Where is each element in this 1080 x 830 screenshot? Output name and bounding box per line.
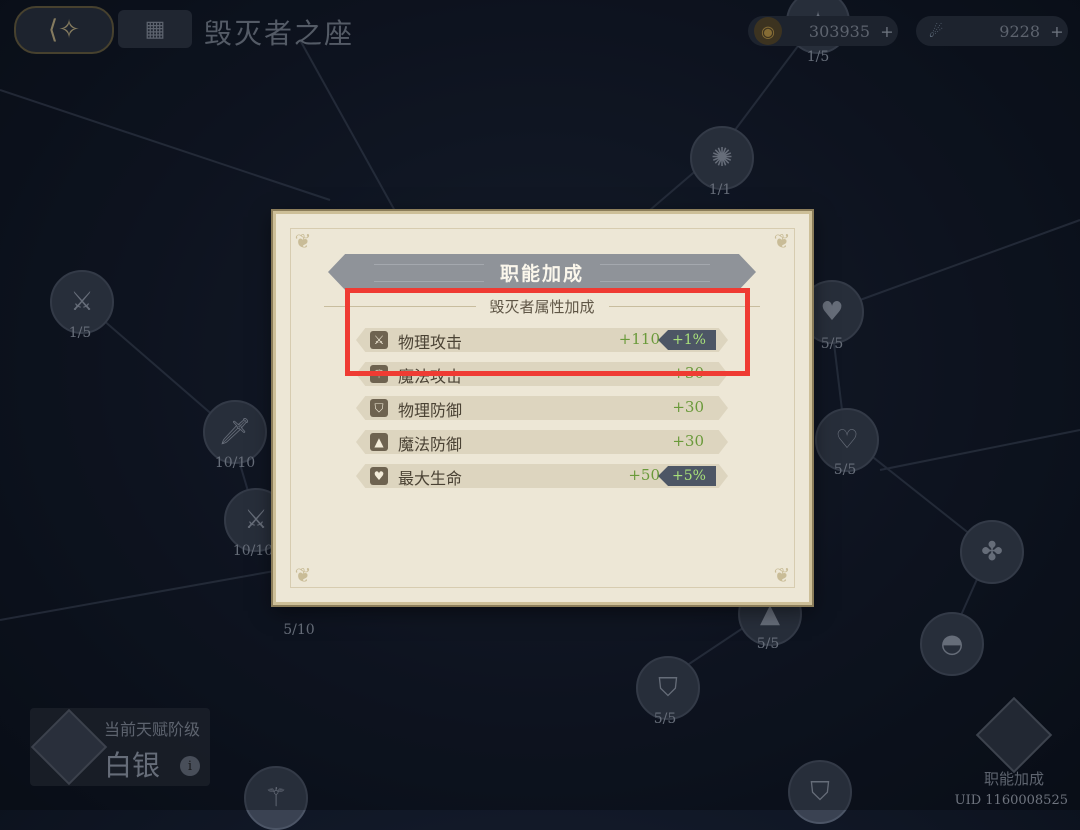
corner-ornament-icon: ❦: [294, 229, 312, 253]
stat-row-physical-defense: ⛉ 物理防御 +30: [356, 396, 728, 420]
highlight-box: [345, 288, 750, 376]
stat-name: 魔法防御: [398, 435, 463, 454]
banner-ornament: [374, 264, 484, 282]
wizard-hat-icon: ▲: [370, 433, 388, 451]
stat-value: +30: [672, 432, 704, 450]
corner-ornament-icon: ❦: [773, 229, 791, 253]
stat-row-magic-defense: ▲ 魔法防御 +30: [356, 430, 728, 454]
stat-name: 物理防御: [398, 401, 463, 420]
dialog-title-banner: 职能加成: [328, 254, 756, 290]
shield-icon: ⛉: [370, 399, 388, 417]
dialog-title: 职能加成: [499, 262, 584, 285]
stat-name: 最大生命: [398, 469, 463, 488]
heart-icon: ♥: [370, 467, 388, 485]
corner-ornament-icon: ❦: [773, 563, 791, 587]
stat-row-max-hp: ♥ 最大生命 +50 +5%: [356, 464, 728, 488]
job-bonus-dialog: ❦ ❦ ❦ ❦ 职能加成 毁灭者属性加成 ⚔ 物理攻击 +110 +1% ⚚ 魔…: [273, 211, 812, 605]
banner-ornament: [600, 264, 710, 282]
stat-value: +50: [628, 466, 660, 484]
corner-ornament-icon: ❦: [294, 563, 312, 587]
stat-percent-badge: +5%: [658, 466, 716, 486]
stat-value: +30: [672, 398, 704, 416]
